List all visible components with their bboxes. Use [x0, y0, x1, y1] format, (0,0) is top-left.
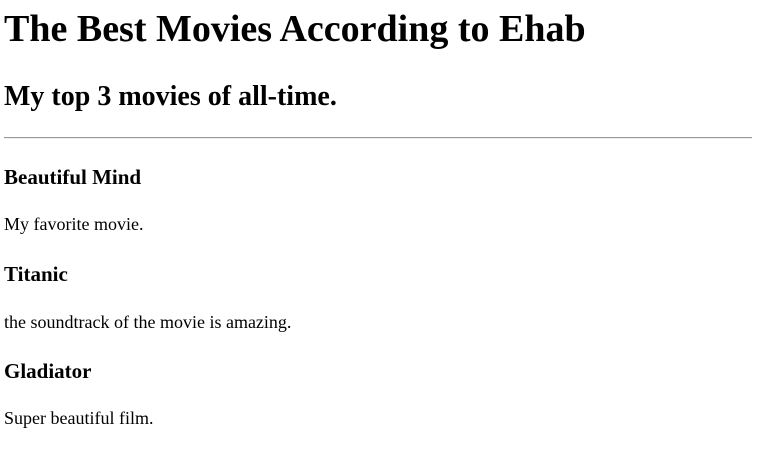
movie-title-beautiful-mind: Beautiful Mind [4, 165, 142, 189]
movie-description-gladiator: Super beautiful film. [4, 408, 154, 428]
movie-description-beautiful-mind: My favorite movie. [4, 214, 144, 234]
divider [4, 137, 752, 139]
movie-title-titanic: Titanic [4, 262, 68, 286]
page-title: The Best Movies According to Ehab [4, 8, 586, 50]
page-subtitle: My top 3 movies of all-time. [4, 81, 337, 112]
movie-title-gladiator: Gladiator [4, 359, 92, 383]
movie-description-titanic: the soundtrack of the movie is amazing. [4, 312, 292, 332]
